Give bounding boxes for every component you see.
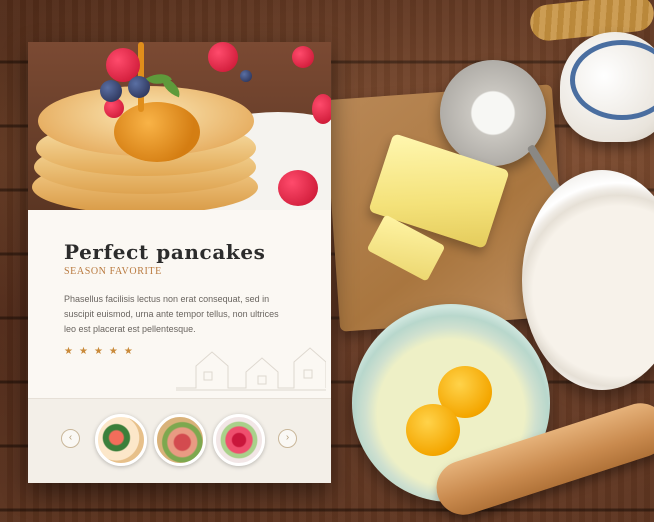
blueberry [240,70,252,82]
star-icon: ★ [93,346,103,357]
raspberry [292,46,314,68]
chevron-right-icon[interactable]: › [278,429,297,448]
syrup-pool [114,102,200,162]
pancake-photo [28,42,331,210]
raspberry [208,42,238,72]
recipe-card: Perfect pancakes SEASON FAVORITE Phasell… [28,42,331,483]
red-currants [278,170,318,206]
rating-stars: ★ ★ ★ ★ ★ [64,346,133,357]
egg-yolk [406,404,460,456]
thumbnail-raspberry-dessert[interactable] [213,414,265,466]
sieve-with-sugar [440,60,546,166]
blueberry [100,80,122,102]
thumbnail-carousel: ‹ › [28,398,331,483]
recipe-title: Perfect pancakes [64,240,266,264]
thumbnail-ham[interactable] [154,414,206,466]
star-icon: ★ [108,346,118,357]
milk-jug [560,32,654,142]
chevron-left-icon[interactable]: ‹ [61,429,80,448]
recipe-description: Phasellus facilisis lectus non erat cons… [64,294,279,334]
star-icon: ★ [78,346,88,357]
recipe-subtitle: SEASON FAVORITE [64,266,162,277]
raspberry [312,94,331,124]
star-icon: ★ [123,346,133,357]
village-sketch [176,347,326,391]
thumbnail-salad[interactable] [95,414,147,466]
star-icon: ★ [64,346,73,357]
